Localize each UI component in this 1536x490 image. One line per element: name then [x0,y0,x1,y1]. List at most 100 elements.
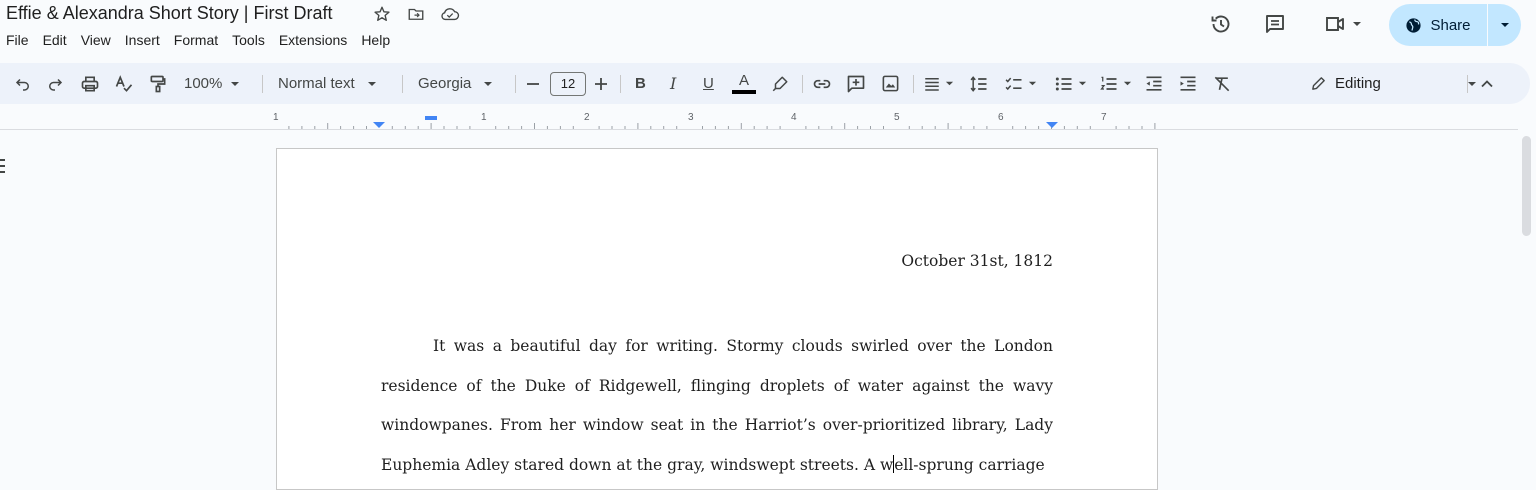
clear-formatting-button[interactable] [1212,63,1232,104]
share-dropdown-button[interactable] [1488,4,1521,46]
history-icon [1211,15,1230,33]
line-spacing-button[interactable] [969,63,989,104]
undo-button[interactable] [14,63,32,104]
ruler-number: 1 [273,112,279,123]
menu-help[interactable]: Help [361,32,390,48]
story-date: October 31st, 1812 [901,252,1053,270]
print-button[interactable] [80,63,100,104]
menu-insert[interactable]: Insert [125,32,160,48]
share-button-group: Share [1389,4,1521,46]
insert-image-icon [882,75,899,92]
left-indent-marker [373,122,385,128]
align-icon [925,77,939,91]
text-color-swatch [732,90,756,94]
editing-mode-select[interactable]: Editing [1310,63,1477,104]
chevron-down-icon [1078,81,1087,86]
numbered-list-icon [1100,76,1117,90]
collapse-icon [1481,79,1493,87]
chevron-down-icon [1467,81,1476,86]
italic-button[interactable]: I [670,63,676,104]
first-line-indent-marker [425,116,437,120]
checklist-select[interactable] [1004,63,1037,104]
chevron-down-icon [945,81,954,86]
formatting-toolbar: 100% Normal text Georgia 12 B I U A Edit… [0,63,1530,104]
video-call-icon [1325,17,1344,31]
meet-button[interactable] [1318,10,1366,38]
undo-icon [15,78,29,91]
font-size-input[interactable]: 12 [550,63,586,104]
bulleted-list-select[interactable] [1054,63,1087,104]
version-history-button[interactable] [1207,10,1235,38]
document-outline-button[interactable] [0,158,6,179]
insert-image-button[interactable] [881,63,900,104]
increase-indent-button[interactable] [1178,63,1198,104]
toolbar-divider [262,75,263,93]
redo-icon [49,78,63,91]
underline-button[interactable]: U [703,63,714,104]
ruler-number: 7 [1101,112,1107,123]
font-size-value[interactable]: 12 [550,71,586,96]
chevron-down-icon [367,81,376,86]
align-select[interactable] [923,63,954,104]
right-indent-marker [1046,122,1058,128]
bulleted-list-icon [1055,77,1072,90]
horizontal-ruler[interactable] [0,110,1518,130]
star-icon[interactable] [372,4,392,24]
chevron-down-icon [1028,81,1037,86]
numbered-list-select[interactable] [1099,63,1132,104]
spellcheck-button[interactable] [114,63,134,104]
chevron-down-icon [484,81,493,86]
ruler-number: 5 [894,112,900,123]
title-bar: Effie & Alexandra Short Story | First Dr… [0,0,1536,60]
editing-mode-value: Editing [1335,75,1381,92]
ruler-number: 1 [481,112,487,123]
story-paragraph[interactable]: It was a beautiful day for writing. Stor… [381,327,1053,485]
decrease-font-size-button[interactable] [526,63,540,104]
menu-file[interactable]: File [6,32,29,48]
chevron-down-icon [1352,22,1361,26]
paragraph-text-before-cursor: It was a beautiful day for writing. Stor… [381,337,1053,474]
bold-button[interactable]: B [635,63,646,104]
scrollbar-thumb[interactable] [1522,136,1531,236]
menu-extensions[interactable]: Extensions [279,32,347,48]
insert-link-button[interactable] [812,63,832,104]
paint-format-button[interactable] [148,63,168,104]
zoom-select[interactable]: 100% [184,63,240,104]
spellcheck-icon [115,74,133,92]
hide-menus-button[interactable] [1480,63,1494,104]
menu-tools[interactable]: Tools [232,32,265,48]
print-icon [81,76,99,91]
highlighter-icon [772,76,788,91]
menu-bar: File Edit View Insert Format Tools Exten… [6,32,404,48]
title-icons [372,4,460,24]
globe-icon [1406,17,1422,33]
share-button[interactable]: Share [1389,4,1487,46]
comment-icon [1266,15,1284,33]
font-family-select[interactable]: Georgia [418,63,493,104]
redo-button[interactable] [46,63,64,104]
comments-button[interactable] [1261,10,1289,38]
menu-format[interactable]: Format [174,32,218,48]
highlight-button[interactable] [771,63,789,104]
checklist-icon [1005,77,1022,90]
increase-font-size-button[interactable] [594,63,608,104]
menu-view[interactable]: View [81,32,111,48]
text-color-button[interactable]: A [732,63,756,104]
add-comment-icon [847,75,865,92]
paragraph-style-select[interactable]: Normal text [278,63,377,104]
add-comment-button[interactable] [846,63,866,104]
share-label: Share [1430,16,1471,34]
toolbar-divider [620,75,621,93]
document-title[interactable]: Effie & Alexandra Short Story | First Dr… [6,3,332,24]
toolbar-divider [802,75,803,93]
decrease-indent-icon [1146,76,1162,91]
zoom-value: 100% [184,75,223,92]
line-spacing-icon [970,75,987,92]
document-page[interactable]: October 31st, 1812 It was a beautiful da… [276,148,1158,490]
paint-format-icon [150,75,166,92]
cloud-saved-icon[interactable] [440,4,460,24]
menu-edit[interactable]: Edit [43,32,67,48]
decrease-indent-button[interactable] [1144,63,1164,104]
chevron-down-icon [231,81,240,86]
move-folder-icon[interactable] [406,4,426,24]
